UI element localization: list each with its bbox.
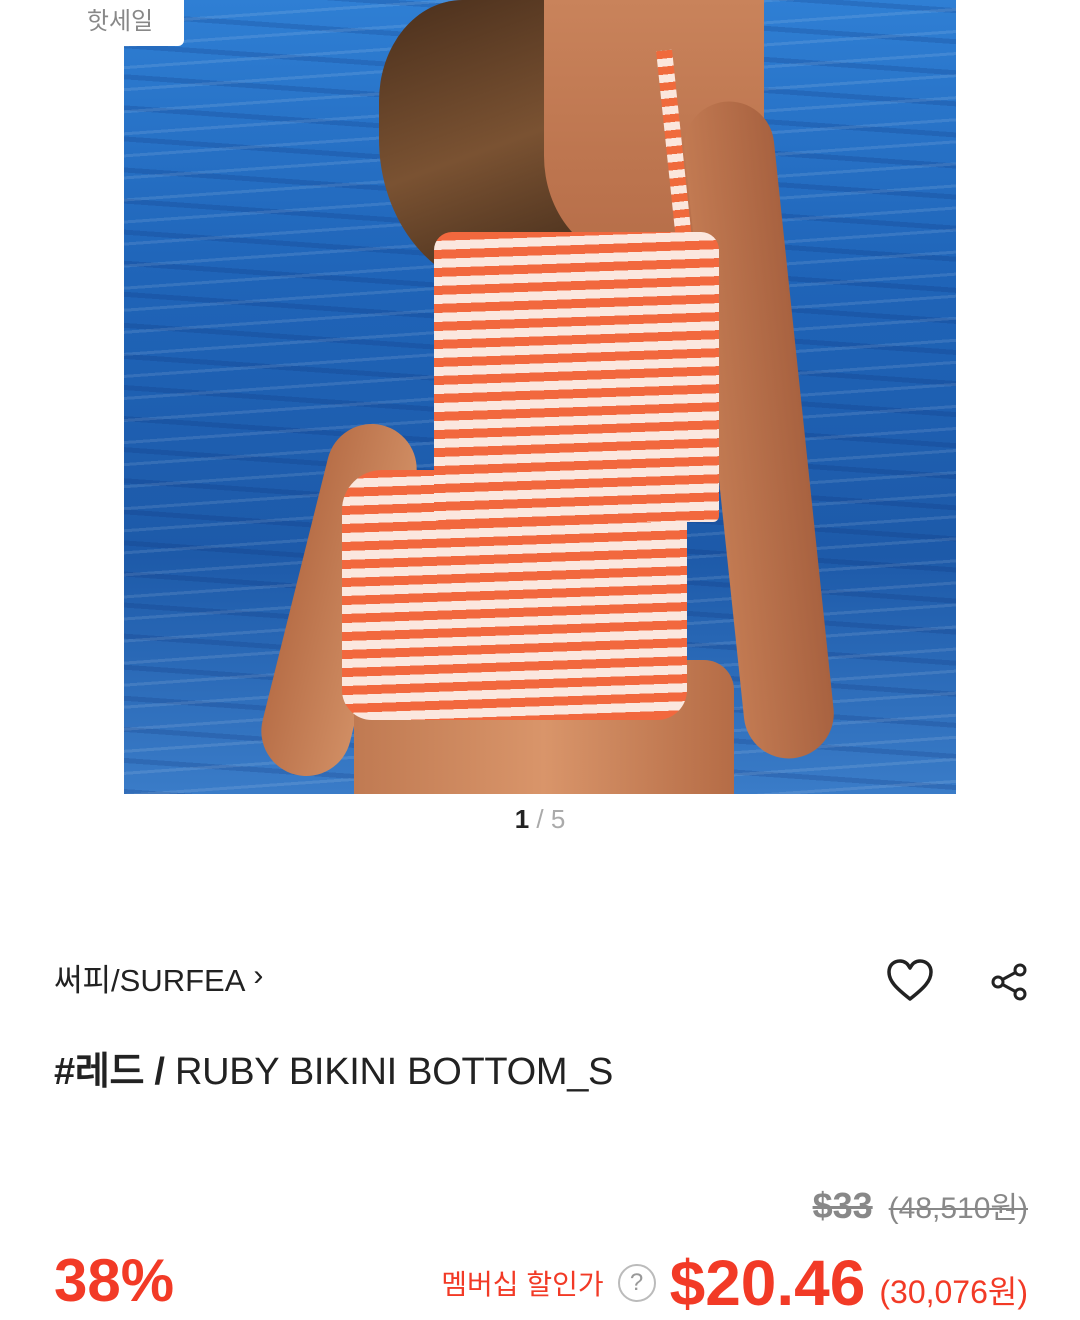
original-price: $33 (48,510원) [813, 1183, 1028, 1227]
original-price-krw: (48,510원) [888, 1192, 1028, 1225]
hot-sale-badge: 핫세일 [56, 0, 184, 46]
share-icon[interactable] [988, 962, 1030, 1002]
pager-total: 5 [550, 804, 566, 834]
sale-price-usd: $20.46 [669, 1247, 866, 1319]
heart-outline-icon[interactable] [886, 958, 934, 1002]
original-price-usd: $33 [812, 1185, 873, 1226]
product-title: #레드 / RUBY BIKINI BOTTOM_S [54, 1040, 613, 1095]
membership-price-label: 멤버십 할인가 [441, 1269, 604, 1300]
product-name: RUBY BIKINI BOTTOM_S [174, 1051, 614, 1093]
pager-separator: / [529, 804, 551, 834]
brand-link[interactable]: 써피/SURFEA › [54, 955, 263, 1000]
discount-percent: 38% [54, 1247, 175, 1314]
image-swim-top [434, 232, 719, 522]
image-pager: 1 / 5 [0, 804, 1080, 835]
membership-price: 멤버십 할인가 ? $20.46 (30,076원) [441, 1246, 1028, 1320]
product-color-tag: #레드 / [54, 1051, 175, 1093]
hot-sale-badge-label: 핫세일 [86, 7, 154, 35]
pager-current: 1 [514, 804, 530, 834]
product-image[interactable] [124, 0, 956, 794]
help-icon[interactable]: ? [617, 1264, 656, 1302]
sale-price-krw: (30,076원) [879, 1274, 1028, 1310]
chevron-right-icon: › [253, 958, 264, 992]
brand-name: 써피/SURFEA [54, 963, 246, 998]
